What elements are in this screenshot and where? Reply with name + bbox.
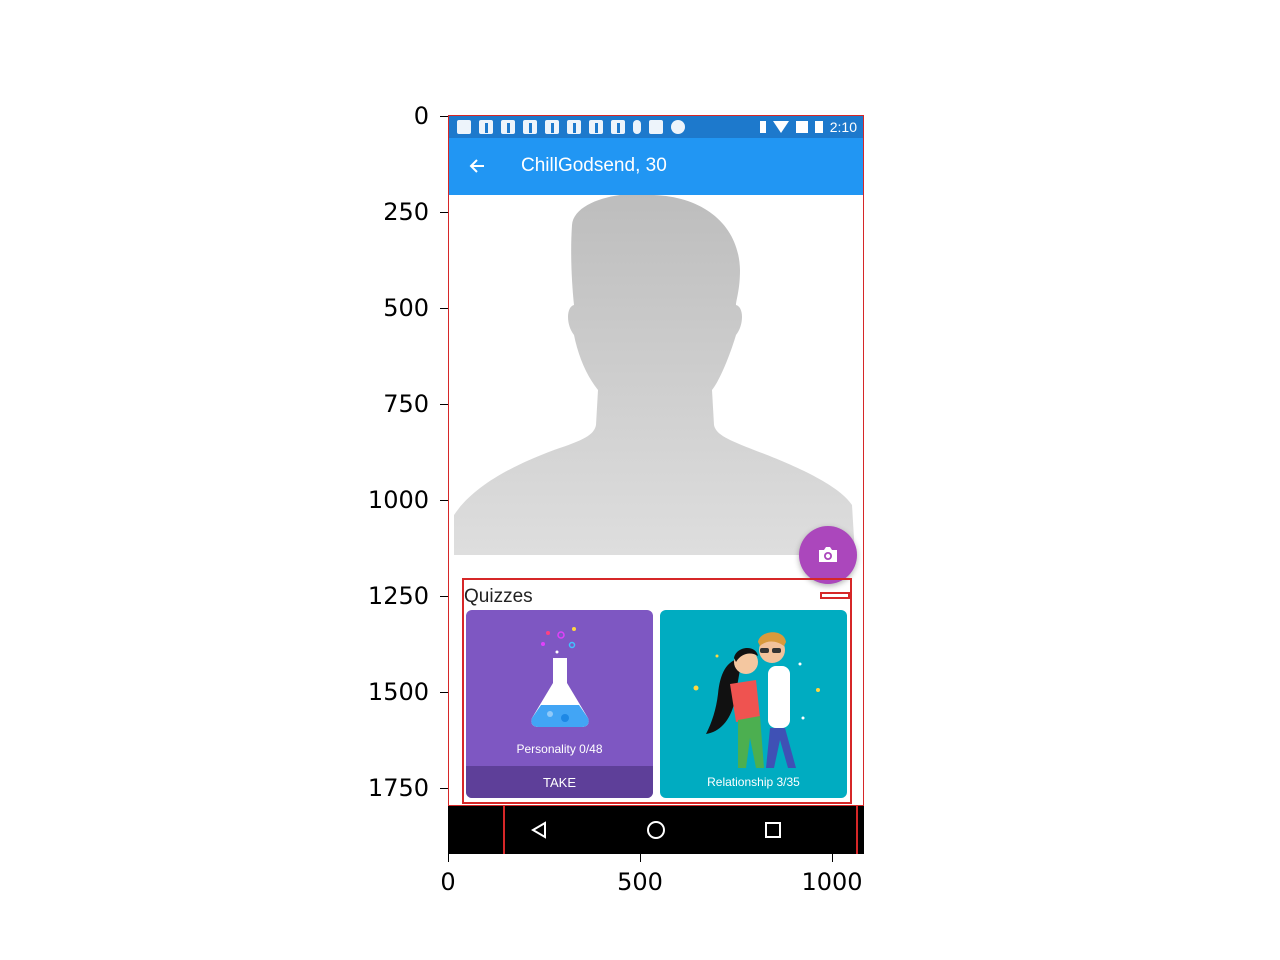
camera-icon	[819, 547, 837, 562]
y-tick-label: 0	[413, 102, 429, 130]
flask-icon	[531, 627, 589, 727]
back-button[interactable]	[461, 150, 493, 182]
nav-back-button[interactable]	[523, 814, 555, 846]
bluetooth-icon	[759, 121, 766, 133]
facebook-icon	[567, 120, 581, 134]
news-icon	[649, 120, 663, 134]
recents-square-icon	[765, 822, 781, 838]
page-title: ChillGodsend, 30	[521, 155, 667, 176]
y-tick	[440, 308, 448, 309]
x-tick	[640, 854, 641, 862]
person-icon	[633, 120, 641, 134]
avatar-silhouette	[454, 195, 855, 555]
y-tick-label: 1750	[367, 774, 429, 802]
battery-icon	[814, 121, 823, 133]
y-tick-label: 500	[383, 294, 429, 322]
status-bar: 2:10	[449, 116, 863, 138]
facebook-icon	[523, 120, 537, 134]
camera-fab[interactable]	[799, 526, 857, 584]
sync-icon	[671, 120, 685, 134]
x-tick-label: 1000	[801, 868, 863, 896]
x-tick	[448, 854, 449, 862]
more-button[interactable]	[820, 592, 850, 599]
x-tick-label: 500	[617, 868, 663, 896]
y-tick-label: 1500	[367, 678, 429, 706]
quiz-card-personality[interactable]: Personality 0/48 TAKE	[466, 610, 653, 798]
clock: 2:10	[829, 119, 857, 135]
x-tick	[832, 854, 833, 862]
x-tick-label: 0	[440, 868, 456, 896]
y-tick	[440, 500, 448, 501]
facebook-icon	[501, 120, 515, 134]
facebook-icon	[479, 120, 493, 134]
nav-recents-button[interactable]	[757, 814, 789, 846]
home-circle-icon	[647, 821, 665, 839]
y-tick-label: 1000	[367, 486, 429, 514]
y-tick	[440, 404, 448, 405]
wifi-icon	[772, 121, 789, 133]
facebook-icon	[545, 120, 559, 134]
navigation-bar	[449, 806, 863, 853]
take-quiz-button[interactable]: TAKE	[466, 766, 653, 798]
nav-home-button[interactable]	[640, 814, 672, 846]
quiz-progress-label: Personality 0/48	[516, 742, 603, 756]
system-icons: 2:10	[759, 119, 857, 135]
facebook-icon	[589, 120, 603, 134]
phone-screen: 2:10 ChillGodsend, 30 Quizzes Personalit…	[449, 116, 863, 853]
y-tick	[440, 788, 448, 789]
quiz-card-relationship[interactable]: Relationship 3/35	[660, 610, 847, 798]
section-title: Quizzes	[464, 586, 533, 607]
y-tick	[440, 692, 448, 693]
message-icon	[457, 120, 471, 134]
profile-photo[interactable]	[454, 195, 855, 555]
y-tick-label: 1250	[367, 582, 429, 610]
facebook-icon	[611, 120, 625, 134]
y-tick	[440, 116, 448, 117]
app-bar: ChillGodsend, 30	[449, 138, 863, 195]
y-tick	[440, 212, 448, 213]
y-tick-label: 250	[383, 198, 429, 226]
y-tick-label: 750	[383, 390, 429, 418]
quiz-progress-label: Relationship 3/35	[707, 775, 800, 789]
quizzes-section: Quizzes Personality 0/48 TAKE Relationsh…	[462, 578, 852, 804]
arrow-left-icon	[469, 159, 484, 173]
no-sim-icon	[795, 121, 808, 133]
notification-icons	[457, 120, 685, 134]
back-triangle-icon	[531, 821, 546, 839]
y-tick	[440, 596, 448, 597]
couple-illustration	[693, 632, 820, 768]
